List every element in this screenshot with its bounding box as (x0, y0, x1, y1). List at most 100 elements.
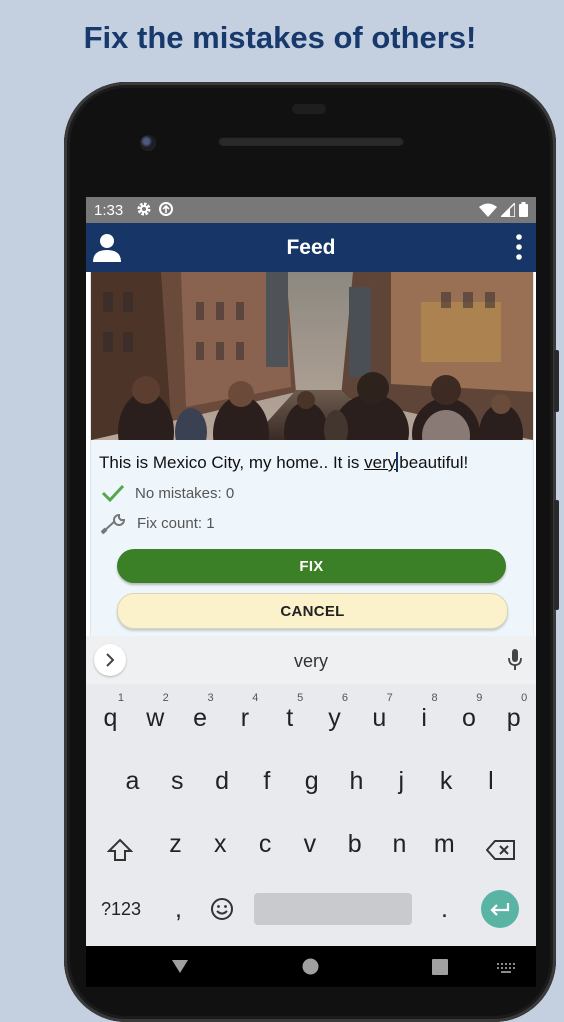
app-bar: Feed (86, 223, 536, 272)
navigation-bar (86, 946, 536, 987)
key-number-hint: 4 (252, 692, 259, 704)
selected-word[interactable]: very (364, 453, 396, 472)
key-number-hint: 1 (117, 692, 124, 704)
feed-content: This is Mexico City, my home.. It is ver… (86, 272, 536, 636)
period-key[interactable]: . (422, 879, 467, 939)
key-label: f (263, 766, 271, 795)
front-camera (140, 135, 156, 151)
key-i[interactable]: i8 (402, 688, 447, 748)
key-label: h (349, 766, 364, 795)
key-label: e (193, 703, 208, 732)
key-label: t (286, 703, 294, 732)
key-t[interactable]: t5 (267, 688, 312, 748)
key-h[interactable]: h (334, 751, 379, 811)
phone-screen: 1:33 Feed This is Mexico City, my home..… (86, 197, 536, 987)
key-label: v (303, 829, 317, 858)
keyboard-switch-icon[interactable] (496, 962, 516, 974)
key-number-hint: 3 (207, 692, 214, 704)
emoji-key[interactable] (199, 879, 244, 939)
key-label: j (398, 766, 405, 795)
key-a[interactable]: a (110, 751, 155, 811)
page-title: Feed (286, 236, 336, 259)
key-number-hint: 9 (476, 692, 483, 704)
wifi-icon (479, 203, 497, 217)
key-e[interactable]: e3 (178, 688, 223, 748)
suggestion-word[interactable]: very (86, 651, 536, 672)
cancel-button[interactable]: CANCEL (117, 593, 508, 629)
fix-count-label: Fix count: 1 (137, 514, 215, 532)
fix-button[interactable]: FIX (117, 549, 506, 583)
key-number-hint: 8 (431, 692, 438, 704)
no-mistakes-row: No mistakes: 0 (101, 484, 234, 502)
key-number-hint: 7 (386, 692, 393, 704)
back-triangle-icon[interactable] (171, 959, 189, 974)
recents-square-icon[interactable] (432, 959, 448, 975)
key-f[interactable]: f (244, 751, 289, 811)
key-label: z (169, 829, 182, 858)
key-s[interactable]: s (155, 751, 200, 811)
earpiece-speaker (218, 136, 404, 146)
key-label: n (392, 829, 407, 858)
key-label: p (506, 703, 521, 732)
key-d[interactable]: d (200, 751, 245, 811)
post-text[interactable]: This is Mexico City, my home.. It is ver… (99, 452, 468, 473)
key-x[interactable]: x (198, 814, 243, 874)
backspace-icon (485, 840, 515, 860)
no-mistakes-label: No mistakes: 0 (135, 484, 235, 502)
home-circle-icon[interactable] (302, 958, 319, 975)
key-label: o (461, 703, 476, 732)
key-v[interactable]: v (287, 814, 332, 874)
key-label: i (421, 703, 427, 732)
backspace-key[interactable] (478, 820, 523, 880)
key-p[interactable]: p0 (491, 688, 536, 748)
key-label: u (372, 703, 387, 732)
more-vertical-icon[interactable] (516, 234, 522, 260)
microphone-icon[interactable] (508, 649, 522, 671)
key-label: l (488, 766, 494, 795)
key-number-hint: 6 (341, 692, 348, 704)
key-b[interactable]: b (332, 814, 377, 874)
key-label: q (103, 703, 118, 732)
battery-icon (519, 202, 528, 217)
power-button (554, 350, 559, 412)
key-label: g (304, 766, 319, 795)
key-r[interactable]: r4 (222, 688, 267, 748)
key-u[interactable]: u7 (357, 688, 402, 748)
key-number-hint: 2 (162, 692, 169, 704)
signal-icon (501, 202, 515, 217)
proximity-sensor (292, 104, 326, 114)
shift-key[interactable] (97, 820, 142, 880)
wrench-icon (101, 513, 126, 534)
key-label: d (215, 766, 230, 795)
post-text-after: beautiful! (399, 453, 469, 472)
enter-key[interactable] (481, 890, 519, 928)
key-c[interactable]: c (243, 814, 288, 874)
key-label: x (214, 829, 227, 858)
key-z[interactable]: z (153, 814, 198, 874)
space-key[interactable] (254, 893, 412, 925)
key-label: r (240, 703, 250, 732)
key-label: k (439, 766, 453, 795)
promo-title: Fix the mistakes of others! (83, 20, 477, 55)
key-o[interactable]: o9 (446, 688, 491, 748)
key-m[interactable]: m (422, 814, 467, 874)
key-label: w (146, 703, 165, 732)
key-j[interactable]: j (379, 751, 424, 811)
post-text-before: This is Mexico City, my home.. It is (99, 453, 365, 472)
key-label: a (125, 766, 140, 795)
emoji-icon (210, 898, 233, 920)
data-saver-icon (159, 202, 173, 216)
key-l[interactable]: l (468, 751, 513, 811)
symbols-key[interactable]: ?123 (94, 879, 148, 939)
text-cursor (396, 452, 399, 472)
key-k[interactable]: k (424, 751, 469, 811)
key-n[interactable]: n (377, 814, 422, 874)
key-q[interactable]: q1 (88, 688, 133, 748)
key-g[interactable]: g (289, 751, 334, 811)
key-y[interactable]: y6 (312, 688, 357, 748)
status-time: 1:33 (94, 202, 124, 219)
comma-key[interactable]: , (156, 879, 201, 939)
key-w[interactable]: w2 (133, 688, 178, 748)
checkmark-icon (101, 484, 125, 502)
key-label: c (258, 829, 272, 858)
